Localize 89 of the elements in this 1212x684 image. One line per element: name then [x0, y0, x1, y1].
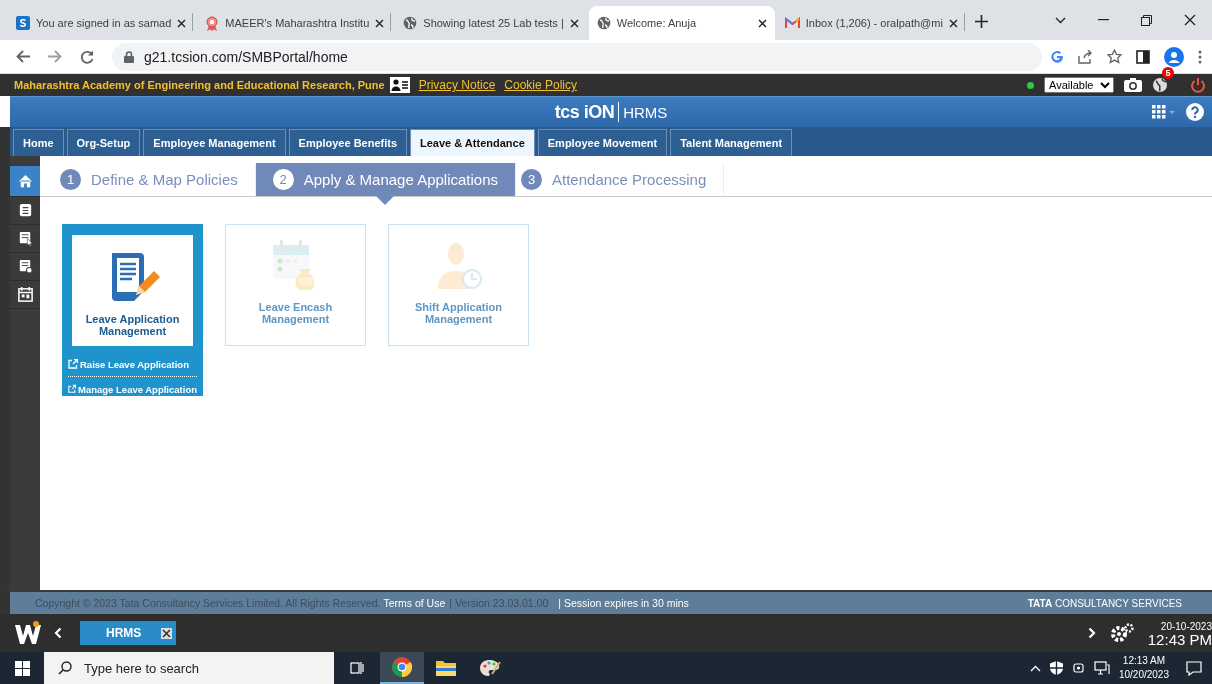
step-number: 2: [272, 169, 294, 190]
app-grid-icon[interactable]: [1152, 105, 1176, 119]
share-icon[interactable]: [1078, 49, 1093, 64]
company-name: TATA CONSULTANCY SERVICES: [1027, 597, 1182, 609]
search-icon: [58, 661, 72, 675]
close-icon[interactable]: [1184, 14, 1196, 26]
external-link-icon: [68, 359, 78, 369]
tile-title: Leave Application Management: [84, 313, 181, 337]
calendar-icon: [16, 286, 34, 303]
notification-icon[interactable]: [1186, 660, 1202, 676]
globe-icon[interactable]: [1152, 77, 1168, 93]
url-text: g21.tcsion.com/SMBPortal/home: [144, 48, 348, 65]
mail-icon: [784, 17, 800, 29]
browser-tab[interactable]: Inbox (1,206) - oralpath@mi: [776, 6, 966, 40]
avatar-icon[interactable]: [1164, 46, 1184, 67]
reload-icon[interactable]: [80, 49, 94, 64]
status-dot: [1027, 81, 1034, 89]
brand-logo: tcs iON: [554, 101, 620, 122]
chevron-right-icon[interactable]: [1087, 627, 1096, 639]
policy-link[interactable]: Cookie Policy: [504, 78, 578, 92]
task-view-icon[interactable]: [350, 661, 364, 675]
terms-link[interactable]: Terms of Use: [383, 597, 446, 609]
browser-tab[interactable]: MAEER's Maharashtra Institu: [197, 6, 393, 40]
policy-link[interactable]: Privacy Notice: [418, 78, 496, 92]
module-tab[interactable]: Talent Management: [670, 129, 793, 156]
id-card-icon[interactable]: [389, 77, 410, 93]
organization-name: Maharashtra Academy of Engineering and Educational Research, Pune: [14, 79, 385, 91]
chevron-left-icon[interactable]: [54, 627, 62, 639]
app-tab[interactable]: HRMS: [80, 621, 177, 645]
external-link-icon: [68, 384, 77, 394]
module-tab[interactable]: Employee Benefits: [288, 129, 408, 156]
w-logo-icon[interactable]: [14, 620, 42, 646]
home-icon: [16, 172, 34, 190]
module-tab[interactable]: Home: [13, 129, 64, 156]
close-icon[interactable]: [948, 18, 958, 28]
tile-title: Leave Encash Management: [257, 301, 334, 325]
lock-icon: [124, 50, 134, 63]
more-icon[interactable]: [1198, 49, 1202, 64]
status-select[interactable]: Available: [1044, 77, 1114, 93]
close-icon[interactable]: [375, 18, 385, 28]
network-icon[interactable]: [1093, 661, 1110, 675]
search-field[interactable]: Type here to search: [44, 652, 334, 684]
globe-icon: [403, 16, 418, 30]
restore-icon[interactable]: [1141, 14, 1152, 26]
square-logo-icon: [16, 16, 30, 30]
chevron-down-icon[interactable]: [1055, 16, 1066, 24]
address-field[interactable]: g21.tcsion.com/SMBPortal/home: [112, 42, 1042, 71]
browser-tab[interactable]: Welcome: Anuja: [588, 6, 775, 40]
new-tab-icon[interactable]: [974, 15, 988, 28]
ribbon-icon: [205, 15, 220, 31]
module-tab[interactable]: Leave & Attendance: [410, 129, 535, 156]
minimize-icon[interactable]: [1098, 19, 1109, 21]
settings-icon[interactable]: [1109, 623, 1134, 643]
camera-icon[interactable]: [1124, 78, 1142, 92]
side-panel-icon[interactable]: [1136, 49, 1150, 64]
time-text: 12:43 PM: [1147, 633, 1212, 646]
clock-date: 10/20/2023: [1118, 668, 1169, 682]
tile-title: Shift Application Management: [414, 301, 503, 325]
sidebar-item[interactable]: [10, 166, 40, 197]
step-number: 3: [521, 169, 543, 190]
step-number: 1: [60, 169, 81, 190]
close-icon[interactable]: [177, 18, 187, 28]
product-name: HRMS: [623, 103, 668, 121]
module-tile[interactable]: Leave Application Management Raise Leave Application Manage Leave Application: [62, 224, 203, 396]
forward-icon[interactable]: [48, 50, 62, 63]
browser-tab[interactable]: You are signed in as samad: [8, 6, 195, 40]
chevron-up-icon[interactable]: [1029, 664, 1041, 672]
clock-time: 12:13 AM: [1122, 654, 1166, 668]
power-icon[interactable]: [1190, 77, 1206, 93]
chrome-icon[interactable]: [391, 656, 413, 678]
date-text: 20-10-2023: [1160, 620, 1212, 633]
back-icon[interactable]: [16, 50, 30, 63]
close-icon[interactable]: [569, 18, 579, 28]
close-icon[interactable]: [757, 18, 767, 28]
globe-icon: [596, 16, 611, 30]
browser-tab[interactable]: Showing latest 25 Lab tests |: [395, 6, 587, 40]
shield-icon[interactable]: [1049, 661, 1063, 675]
module-tab[interactable]: Employee Management: [143, 129, 286, 156]
module-tab[interactable]: Employee Movement: [537, 129, 668, 156]
star-icon[interactable]: [1107, 49, 1122, 64]
close-icon[interactable]: [161, 627, 173, 639]
help-icon[interactable]: [1186, 103, 1204, 121]
tile-link[interactable]: Raise Leave Application: [68, 352, 197, 377]
palette-icon[interactable]: [479, 658, 501, 678]
module-tab[interactable]: Org-Setup: [66, 129, 141, 156]
windows-logo-icon[interactable]: [14, 660, 30, 676]
session-text: | Session expires in 30 mins: [558, 597, 689, 609]
google-icon[interactable]: [1050, 49, 1064, 64]
folder-icon[interactable]: [435, 659, 457, 677]
